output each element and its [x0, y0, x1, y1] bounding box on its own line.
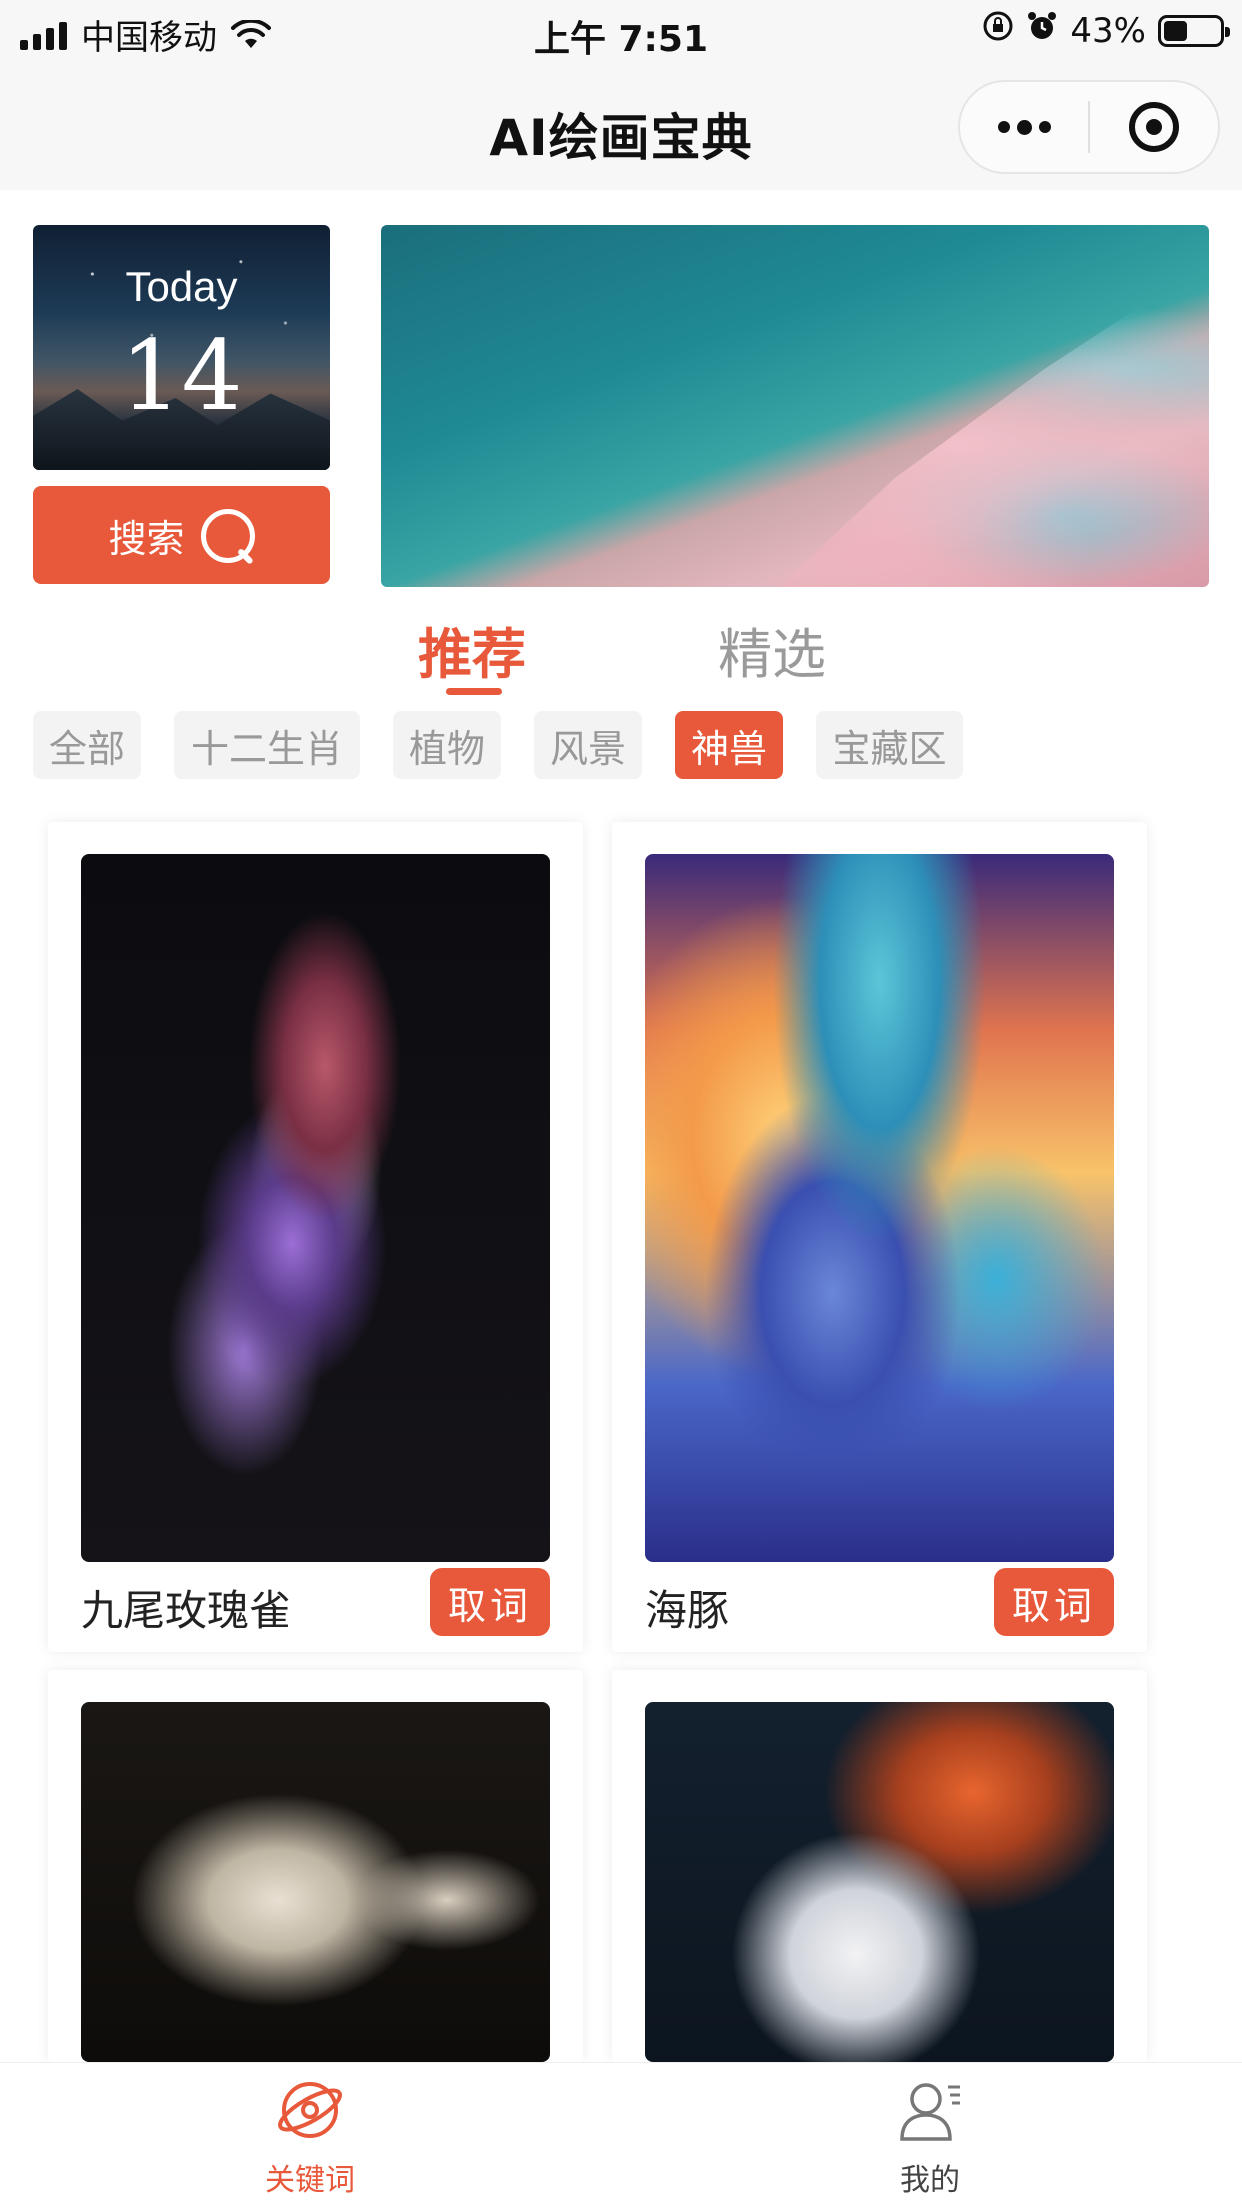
banner-shore — [778, 261, 1209, 587]
search-button[interactable]: 搜索 — [33, 486, 330, 584]
today-label: Today — [125, 263, 238, 310]
category-chip-zodiac[interactable]: 十二生肖 — [174, 711, 360, 779]
tab-recommend[interactable]: 推荐 — [418, 610, 526, 689]
artwork-image[interactable] — [645, 1702, 1114, 2062]
close-button[interactable] — [1090, 82, 1218, 172]
today-card[interactable]: Today 14 — [33, 225, 330, 470]
artwork-card[interactable]: 九尾玫瑰雀 取词 — [48, 822, 583, 1652]
tabbar-item-keywords[interactable]: 关键词 — [210, 2077, 410, 2199]
rotation-lock-icon — [982, 10, 1014, 51]
mini-program-capsule — [958, 80, 1220, 174]
search-icon — [199, 507, 255, 563]
banner-image[interactable] — [381, 225, 1209, 587]
tabbar-label-keywords: 关键词 — [265, 2163, 355, 2198]
category-chip-beasts[interactable]: 神兽 — [675, 711, 783, 779]
artwork-image[interactable] — [81, 1702, 550, 2062]
artwork-card[interactable]: 海豚 取词 — [612, 822, 1147, 1652]
get-prompt-button[interactable]: 取词 — [994, 1568, 1114, 1636]
battery-fill — [1164, 20, 1188, 41]
target-circle-icon — [1129, 102, 1179, 152]
navigation-bar: AI绘画宝典 — [0, 62, 1242, 190]
category-chip-scenery[interactable]: 风景 — [534, 711, 642, 779]
today-date: 14 — [120, 320, 243, 432]
tab-featured[interactable]: 精选 — [718, 610, 826, 689]
battery-icon — [1158, 14, 1230, 47]
artwork-card[interactable] — [612, 1670, 1147, 2062]
page: 中国移动 上午 7:51 43% AI绘画宝典 Today 14 搜索 推荐 精… — [0, 0, 1242, 2208]
more-dots-icon — [997, 119, 1051, 135]
category-chip-plants[interactable]: 植物 — [393, 711, 501, 779]
tabbar-label-mine: 我的 — [900, 2163, 960, 2198]
battery-percent: 43% — [1070, 10, 1146, 51]
artwork-card[interactable] — [48, 1670, 583, 2062]
tabbar-item-mine[interactable]: 我的 — [830, 2077, 1030, 2199]
status-right: 43% — [982, 10, 1230, 51]
status-bar: 中国移动 上午 7:51 43% — [0, 0, 1242, 62]
user-icon — [900, 2083, 960, 2141]
search-button-label: 搜索 — [108, 516, 185, 561]
category-chip-treasure[interactable]: 宝藏区 — [816, 711, 963, 779]
get-prompt-button[interactable]: 取词 — [430, 1568, 550, 1636]
bottom-tab-bar: 关键词 我的 — [0, 2062, 1242, 2208]
artwork-image[interactable] — [81, 854, 550, 1562]
alarm-icon — [1026, 10, 1058, 51]
artwork-title: 九尾玫瑰雀 — [81, 1586, 292, 1635]
artwork-image[interactable] — [645, 854, 1114, 1562]
planet-icon — [278, 2082, 342, 2138]
artwork-title: 海豚 — [645, 1586, 730, 1635]
more-button[interactable] — [960, 82, 1088, 172]
category-chip-all[interactable]: 全部 — [33, 711, 141, 779]
active-tab-indicator — [446, 688, 502, 695]
